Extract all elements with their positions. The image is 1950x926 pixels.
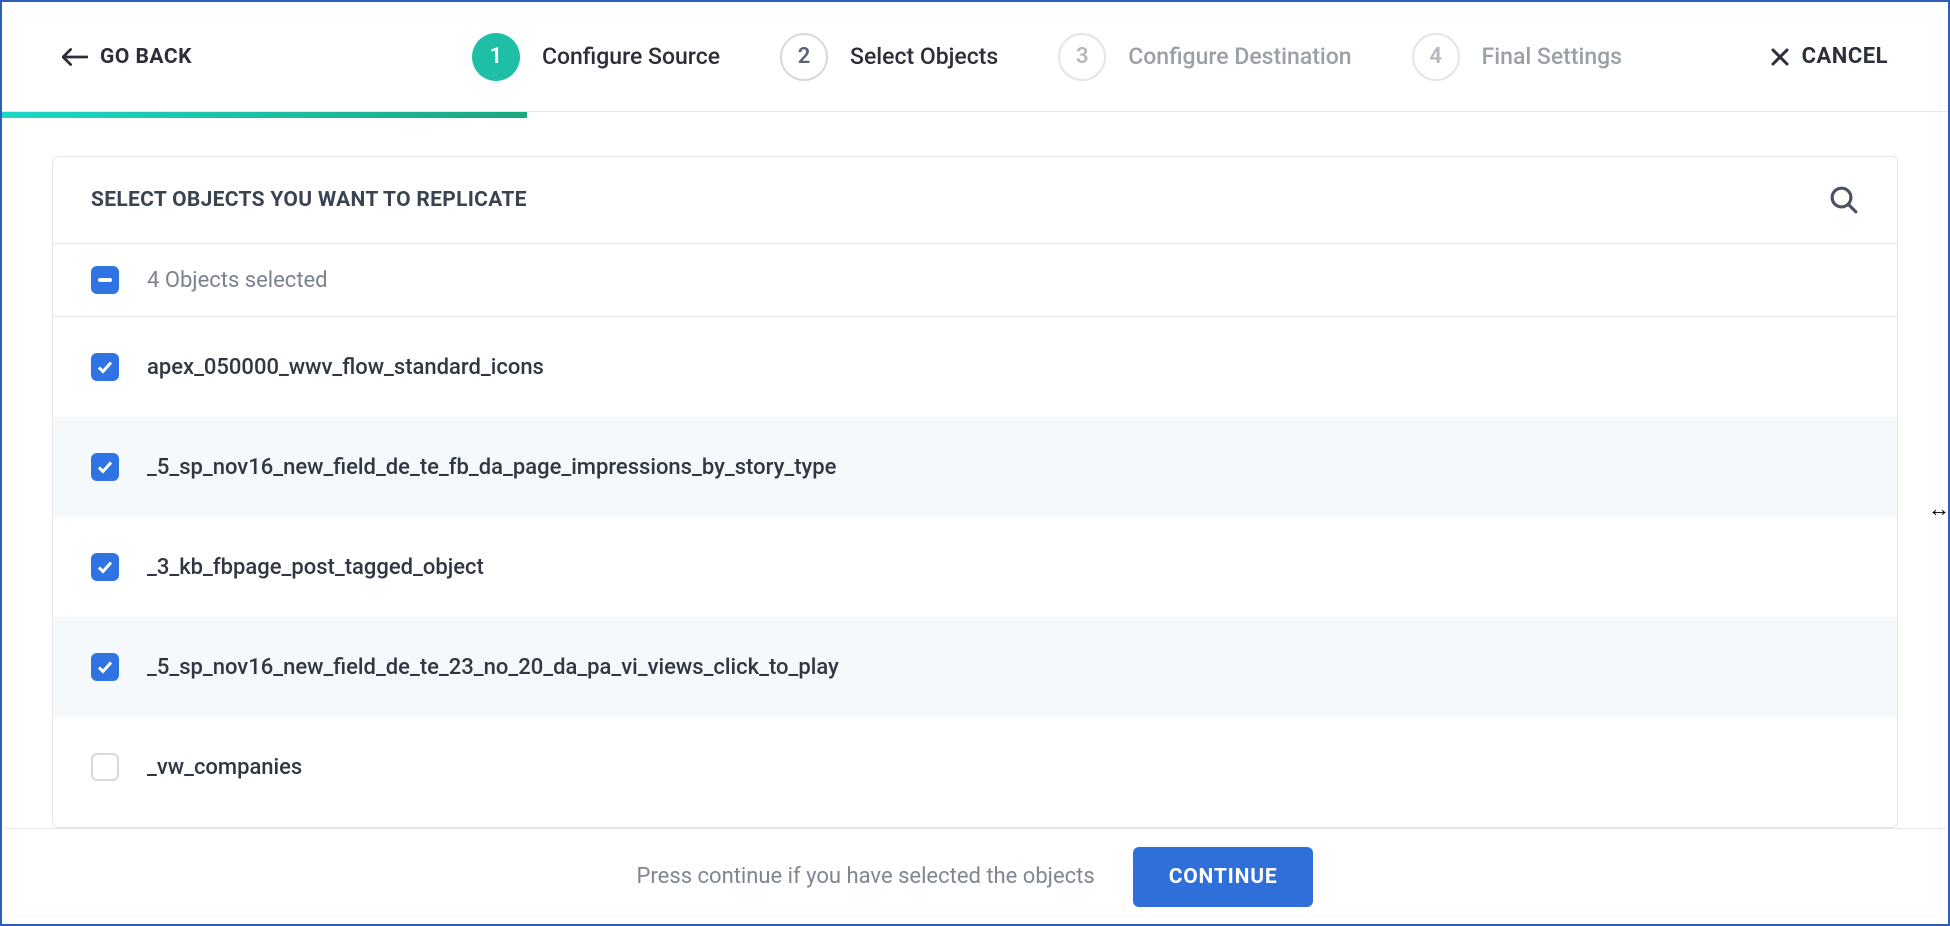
object-row[interactable]: apex_050000_wwv_flow_standard_icons [53,317,1897,417]
step-number: 4 [1412,33,1460,81]
cancel-button[interactable]: CANCEL [1770,44,1888,69]
object-checkbox[interactable] [91,353,119,381]
cancel-label: CANCEL [1802,44,1888,69]
step-number: 3 [1058,33,1106,81]
arrow-left-icon [62,47,88,67]
object-row[interactable]: _vw_companies [53,717,1897,817]
step-label: Final Settings [1482,43,1622,70]
object-label: apex_050000_wwv_flow_standard_icons [147,355,544,380]
selection-summary: 4 Objects selected [147,268,328,293]
object-label: _5_sp_nov16_new_field_de_te_fb_da_page_i… [147,455,836,480]
wizard-steps: 1 Configure Source 2 Select Objects 3 Configu… [472,33,1622,81]
object-list: apex_050000_wwv_flow_standard_icons _5_sp… [53,317,1897,827]
select-all-checkbox[interactable] [91,266,119,294]
wizard-step-3[interactable]: 3 Configure Destination [1058,33,1351,81]
object-label: _3_kb_fbpage_post_tagged_object [147,555,484,580]
step-label: Configure Source [542,43,720,70]
object-label: _vw_companies [147,755,302,780]
close-icon [1770,47,1790,67]
content-area: SELECT OBJECTS YOU WANT TO REPLICATE 4 O… [2,118,1948,828]
search-icon[interactable] [1829,185,1859,215]
footer-hint: Press continue if you have selected the … [637,864,1095,889]
panel-title: SELECT OBJECTS YOU WANT TO REPLICATE [91,188,527,212]
continue-button[interactable]: CONTINUE [1133,847,1314,907]
step-number: 2 [780,33,828,81]
wizard-step-4[interactable]: 4 Final Settings [1412,33,1622,81]
object-checkbox[interactable] [91,453,119,481]
wizard-step-2[interactable]: 2 Select Objects [780,33,998,81]
object-row[interactable]: _5_sp_nov16_new_field_de_te_fb_da_page_i… [53,417,1897,517]
progress-bar [2,112,1948,118]
go-back-label: GO BACK [100,45,192,69]
object-checkbox[interactable] [91,653,119,681]
object-checkbox[interactable] [91,553,119,581]
progress-fill [2,112,527,118]
step-number: 1 [472,33,520,81]
wizard-header: GO BACK 1 Configure Source 2 Select Objects… [2,2,1948,112]
object-row[interactable]: _3_kb_fbpage_post_tagged_object [53,517,1897,617]
resize-cursor-icon: ↔ [1928,496,1950,522]
go-back-button[interactable]: GO BACK [62,45,192,69]
object-row[interactable]: _5_sp_nov16_new_field_de_te_23_no_20_da_… [53,617,1897,717]
objects-panel: SELECT OBJECTS YOU WANT TO REPLICATE 4 O… [52,156,1898,828]
object-label: _5_sp_nov16_new_field_de_te_23_no_20_da_… [147,655,839,680]
select-all-row[interactable]: 4 Objects selected [53,244,1897,317]
panel-header: SELECT OBJECTS YOU WANT TO REPLICATE [53,157,1897,244]
step-label: Select Objects [850,43,998,70]
object-checkbox[interactable] [91,753,119,781]
wizard-step-1[interactable]: 1 Configure Source [472,33,720,81]
footer-bar: Press continue if you have selected the … [4,828,1946,924]
step-label: Configure Destination [1128,43,1351,70]
